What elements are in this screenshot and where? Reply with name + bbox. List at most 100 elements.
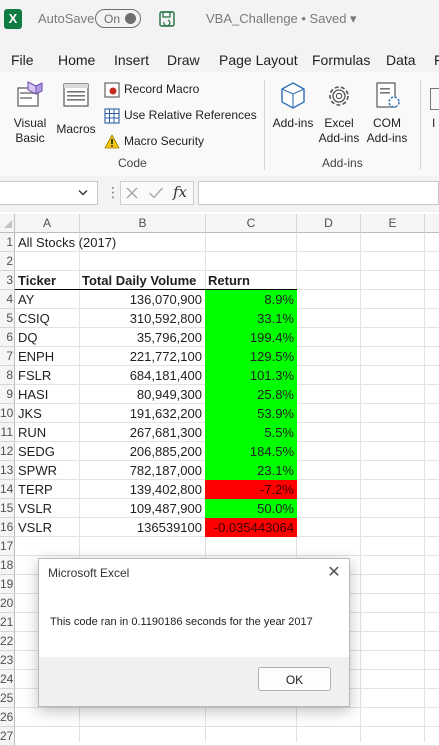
cell-ticker[interactable]: FSLR bbox=[18, 366, 79, 385]
row-header[interactable]: 13 bbox=[0, 461, 15, 480]
save-icon[interactable] bbox=[158, 10, 176, 28]
row-header[interactable]: 27 bbox=[0, 727, 15, 746]
close-icon[interactable]: ✕ bbox=[325, 562, 343, 581]
row-header[interactable]: 11 bbox=[0, 423, 15, 442]
cell-ticker[interactable]: JKS bbox=[18, 404, 79, 423]
row-header[interactable]: 23 bbox=[0, 651, 15, 670]
cell-ticker[interactable]: HASI bbox=[18, 385, 79, 404]
row-header[interactable]: 1 bbox=[0, 233, 15, 252]
add-ins-button[interactable]: Add-ins bbox=[272, 80, 314, 150]
cell-return[interactable]: 50.0% bbox=[205, 499, 297, 518]
row-header[interactable]: 9 bbox=[0, 385, 15, 404]
cell-return[interactable]: 23.1% bbox=[205, 461, 297, 480]
cell-ticker[interactable]: SPWR bbox=[18, 461, 79, 480]
autosave-toggle[interactable]: On bbox=[95, 9, 141, 28]
cell-volume[interactable]: 136,070,900 bbox=[80, 290, 205, 309]
column-header-b[interactable]: B bbox=[80, 214, 206, 233]
cell-return[interactable]: 33.1% bbox=[205, 309, 297, 328]
use-relative-references-button[interactable]: Use Relative References bbox=[104, 107, 264, 125]
row-header[interactable]: 19 bbox=[0, 575, 15, 594]
cell-return[interactable]: 184.5% bbox=[205, 442, 297, 461]
visual-basic-button[interactable]: Visual Basic bbox=[8, 80, 52, 150]
row-header[interactable]: 21 bbox=[0, 613, 15, 632]
row-header[interactable]: 6 bbox=[0, 328, 15, 347]
row-header[interactable]: 10 bbox=[0, 404, 15, 423]
cell-ticker[interactable]: VSLR bbox=[18, 518, 79, 537]
column-header-partial[interactable] bbox=[425, 214, 439, 233]
column-header-d[interactable]: D bbox=[297, 214, 361, 233]
cell-return[interactable]: 5.5% bbox=[205, 423, 297, 442]
cell-ticker[interactable]: TERP bbox=[18, 480, 79, 499]
row-header[interactable]: 16 bbox=[0, 518, 15, 537]
tab-draw[interactable]: Draw bbox=[167, 52, 200, 68]
cell-return[interactable]: -0.035443064 bbox=[205, 518, 297, 537]
cancel-icon[interactable] bbox=[125, 186, 139, 200]
row-header[interactable]: 12 bbox=[0, 442, 15, 461]
cell-return[interactable]: 129.5% bbox=[205, 347, 297, 366]
cell-ticker[interactable]: VSLR bbox=[18, 499, 79, 518]
enter-check-icon[interactable] bbox=[148, 186, 164, 200]
cell-volume[interactable]: 139,402,800 bbox=[80, 480, 205, 499]
row-header[interactable]: 5 bbox=[0, 309, 15, 328]
cell-return[interactable]: 53.9% bbox=[205, 404, 297, 423]
cell-a1-title[interactable]: All Stocks (2017) bbox=[18, 233, 206, 252]
formula-input[interactable] bbox=[198, 181, 439, 205]
insert-function-icon[interactable]: fx bbox=[173, 183, 187, 201]
column-header-e[interactable]: E bbox=[361, 214, 425, 233]
row-header[interactable]: 22 bbox=[0, 632, 15, 651]
cell-return[interactable]: 101.3% bbox=[205, 366, 297, 385]
tab-insert[interactable]: Insert bbox=[114, 52, 149, 68]
cell-ticker[interactable]: CSIQ bbox=[18, 309, 79, 328]
header-return[interactable]: Return bbox=[208, 271, 297, 290]
row-header[interactable]: 17 bbox=[0, 537, 15, 556]
cell-ticker[interactable]: SEDG bbox=[18, 442, 79, 461]
tab-home[interactable]: Home bbox=[58, 52, 95, 68]
excel-add-ins-button[interactable]: Excel Add-ins bbox=[316, 80, 362, 150]
header-volume[interactable]: Total Daily Volume bbox=[82, 271, 206, 290]
cell-volume[interactable]: 782,187,000 bbox=[80, 461, 205, 480]
chevron-down-icon[interactable] bbox=[78, 189, 88, 197]
cell-volume[interactable]: 221,772,100 bbox=[80, 347, 205, 366]
cut-off-ribbon-icon[interactable] bbox=[430, 88, 439, 110]
cell-ticker[interactable]: ENPH bbox=[18, 347, 79, 366]
cell-volume[interactable]: 35,796,200 bbox=[80, 328, 205, 347]
row-header[interactable]: 26 bbox=[0, 708, 15, 727]
row-header[interactable]: 2 bbox=[0, 252, 15, 271]
row-header[interactable]: 20 bbox=[0, 594, 15, 613]
cell-ticker[interactable]: AY bbox=[18, 290, 79, 309]
document-title[interactable]: VBA_Challenge • Saved ▾ bbox=[206, 11, 357, 27]
cell-volume[interactable]: 684,181,400 bbox=[80, 366, 205, 385]
row-header[interactable]: 15 bbox=[0, 499, 15, 518]
row-header[interactable]: 24 bbox=[0, 670, 15, 689]
name-box[interactable] bbox=[0, 181, 98, 205]
cell-ticker[interactable]: DQ bbox=[18, 328, 79, 347]
tab-page-layout[interactable]: Page Layout bbox=[219, 52, 298, 68]
cell-volume[interactable]: 310,592,800 bbox=[80, 309, 205, 328]
column-header-c[interactable]: C bbox=[206, 214, 297, 233]
tab-formulas[interactable]: Formulas bbox=[312, 52, 370, 68]
cell-return[interactable]: -7.2% bbox=[205, 480, 297, 499]
tab-cut-off[interactable]: F bbox=[434, 52, 439, 68]
row-header[interactable]: 4 bbox=[0, 290, 15, 309]
header-ticker[interactable]: Ticker bbox=[18, 271, 80, 290]
row-header[interactable]: 3 bbox=[0, 271, 15, 290]
ok-button[interactable]: OK bbox=[258, 667, 331, 691]
row-header[interactable]: 14 bbox=[0, 480, 15, 499]
tab-file[interactable]: File bbox=[11, 52, 34, 68]
cell-return[interactable]: 8.9% bbox=[205, 290, 297, 309]
row-header[interactable]: 18 bbox=[0, 556, 15, 575]
row-header[interactable]: 8 bbox=[0, 366, 15, 385]
macros-button[interactable]: Macros bbox=[54, 80, 98, 150]
cell-volume[interactable]: 109,487,900 bbox=[80, 499, 205, 518]
cell-volume[interactable]: 206,885,200 bbox=[80, 442, 205, 461]
cell-volume[interactable]: 267,681,300 bbox=[80, 423, 205, 442]
row-header[interactable]: 7 bbox=[0, 347, 15, 366]
macro-security-button[interactable]: Macro Security bbox=[104, 133, 264, 151]
cell-volume[interactable]: 136539100 bbox=[80, 518, 205, 537]
cell-return[interactable]: 25.8% bbox=[205, 385, 297, 404]
com-add-ins-button[interactable]: COM Add-ins bbox=[364, 80, 410, 150]
select-all-button[interactable] bbox=[0, 214, 15, 233]
tab-data[interactable]: Data bbox=[386, 52, 416, 68]
record-macro-button[interactable]: Record Macro bbox=[104, 81, 264, 99]
cell-volume[interactable]: 191,632,200 bbox=[80, 404, 205, 423]
